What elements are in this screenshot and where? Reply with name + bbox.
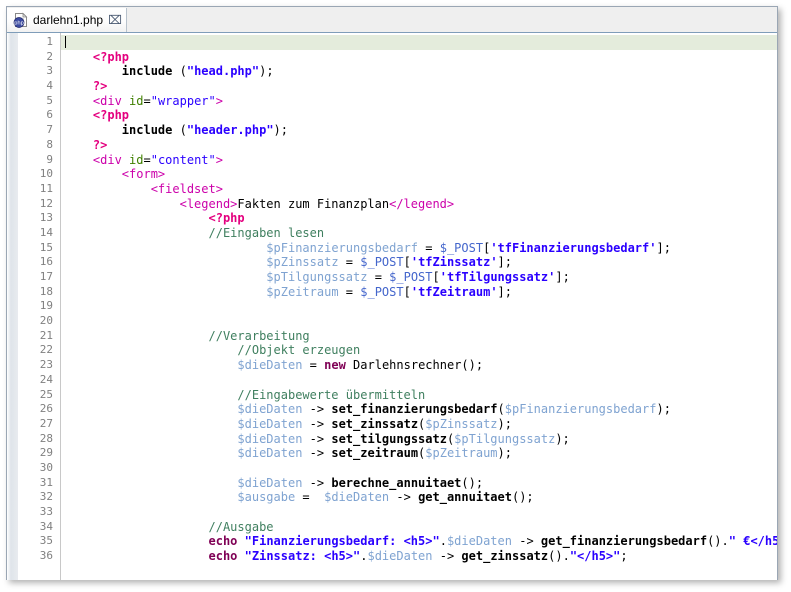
code-line[interactable]: //Eingaben lesen	[61, 226, 777, 241]
code-line[interactable]: <div id="content">	[61, 153, 777, 168]
line-number: 10	[39, 167, 53, 181]
code-line[interactable]: //Objekt erzeugen	[61, 343, 777, 358]
code-line[interactable]: include ("head.php");	[61, 64, 777, 79]
line-number: 25	[39, 387, 53, 401]
line-number: 36	[39, 549, 53, 563]
code-line[interactable]	[61, 314, 777, 329]
code-line[interactable]: $dieDaten = new Darlehnsrechner();	[61, 358, 777, 373]
line-number: 12	[39, 196, 53, 210]
code-line[interactable]: $ausgabe = $dieDaten -> get_annuitaet();	[61, 490, 777, 505]
line-number: 17	[39, 270, 53, 283]
line-number: 30	[39, 460, 53, 474]
code-line[interactable]: $dieDaten -> set_finanzierungsbedarf($pF…	[61, 402, 777, 417]
code-line[interactable]: <div id="wrapper">	[61, 94, 777, 109]
line-number: 26	[39, 402, 53, 416]
line-number: 8	[46, 137, 53, 151]
line-number: 20	[39, 314, 53, 328]
code-line[interactable]: $dieDaten -> berechne_annuitaet();	[61, 476, 777, 491]
line-number: 32	[39, 490, 53, 504]
code-line[interactable]: //Eingabewerte übermitteln	[61, 388, 777, 403]
code-line[interactable]: //Verarbeitung	[61, 329, 777, 344]
code-line[interactable]: <?php	[61, 211, 777, 226]
php-file-icon: php	[13, 12, 29, 28]
code-line[interactable]: $dieDaten -> set_zinssatz($pZinssatz);	[61, 417, 777, 432]
code-line[interactable]: $pZeitraum = $_POST['tfZeitraum'];	[61, 285, 777, 300]
code-line[interactable]: echo "Zinssatz: <h5>".$dieDaten -> get_z…	[61, 549, 777, 564]
line-number: 2	[46, 49, 53, 63]
code-line[interactable]: ?>	[61, 79, 777, 94]
line-number: 23	[39, 358, 53, 372]
code-line[interactable]: <legend>Fakten zum Finanzplan</legend>	[61, 197, 777, 212]
editor-tab-bar: php darlehn1.php ⌧	[7, 7, 777, 33]
line-number: 21	[39, 328, 53, 342]
line-number: 31	[39, 475, 53, 489]
line-number: 6	[46, 108, 53, 122]
editor-marker-gutter[interactable]	[7, 33, 19, 580]
line-number: 15	[39, 240, 53, 254]
code-line[interactable]: $pFinanzierungsbedarf = $_POST['tfFinanz…	[61, 241, 777, 256]
code-line[interactable]	[61, 505, 777, 520]
line-number: 1	[46, 35, 53, 48]
code-line[interactable]	[61, 35, 777, 50]
line-number: 33	[39, 505, 53, 518]
code-line[interactable]: $dieDaten -> set_tilgungssatz($pTilgungs…	[61, 432, 777, 447]
code-line[interactable]: <form>	[61, 167, 777, 182]
code-line[interactable]: ?>	[61, 138, 777, 153]
code-line[interactable]: $pZinssatz = $_POST['tfZinssatz'];	[61, 255, 777, 270]
line-number: 9	[46, 152, 53, 166]
line-number: 13	[39, 211, 53, 225]
text-caret	[65, 36, 66, 48]
line-number: 24	[39, 372, 53, 386]
code-editor[interactable]: 1 2 3 4 5 6 7 8 9 10 11 12 13 14 15 16 1…	[7, 33, 777, 580]
code-line[interactable]	[61, 373, 777, 388]
line-number-ruler: 1 2 3 4 5 6 7 8 9 10 11 12 13 14 15 16 1…	[19, 33, 61, 580]
line-number: 7	[46, 123, 53, 137]
code-text-viewport[interactable]: <?php include ("head.php"); ?> <div id="…	[61, 33, 777, 580]
line-number: 35	[39, 534, 53, 548]
code-line[interactable]: echo "Finanzierungsbedarf: <h5>".$dieDat…	[61, 534, 778, 549]
line-number: 16	[39, 255, 53, 269]
line-number: 34	[39, 519, 53, 533]
code-line[interactable]	[61, 299, 777, 314]
svg-text:php: php	[14, 21, 25, 27]
line-number: 29	[39, 446, 53, 460]
line-number: 3	[46, 64, 53, 78]
screenshot-root: php darlehn1.php ⌧ 1 2 3 4 5 6 7 8 9 10	[0, 0, 791, 592]
tab-label: darlehn1.php	[33, 13, 104, 27]
code-line[interactable]	[61, 461, 777, 476]
code-line[interactable]: <?php	[61, 50, 777, 65]
line-number: 5	[46, 93, 53, 107]
line-number: 11	[39, 181, 53, 195]
line-number: 14	[39, 225, 53, 239]
line-number: 18	[39, 284, 53, 298]
line-number: 28	[39, 431, 53, 445]
code-line[interactable]: $dieDaten -> set_zeitraum($pZeitraum);	[61, 446, 777, 461]
code-line[interactable]: $pTilgungssatz = $_POST['tfTilgungssatz'…	[61, 270, 777, 285]
editor-window: php darlehn1.php ⌧ 1 2 3 4 5 6 7 8 9 10	[6, 6, 778, 580]
close-icon[interactable]: ⌧	[108, 14, 122, 26]
line-number: 19	[39, 299, 53, 313]
code-line[interactable]: //Ausgabe	[61, 520, 777, 535]
line-number: 22	[39, 343, 53, 357]
code-line[interactable]: include ("header.php");	[61, 123, 777, 138]
line-number: 4	[46, 79, 53, 93]
code-line[interactable]: <?php	[61, 108, 777, 123]
tab-darlehn1-php[interactable]: php darlehn1.php ⌧	[7, 8, 127, 32]
line-number: 27	[39, 416, 53, 430]
code-line[interactable]: <fieldset>	[61, 182, 777, 197]
